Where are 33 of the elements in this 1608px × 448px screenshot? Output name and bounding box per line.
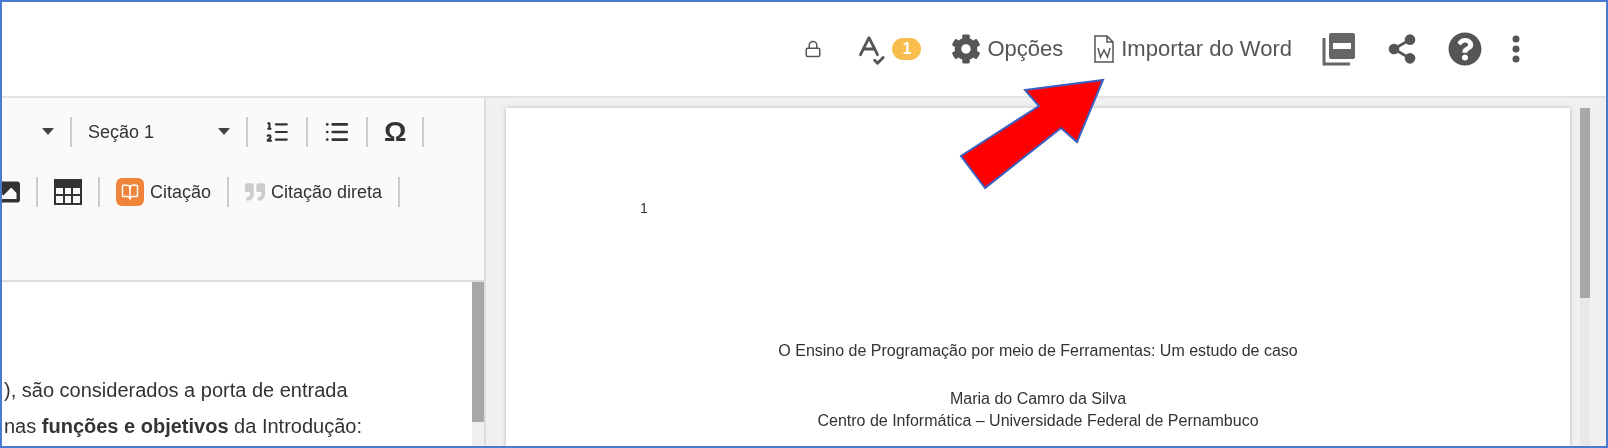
pdf-icon (1322, 32, 1356, 66)
options-button[interactable]: Opções (951, 34, 1064, 64)
lock-icon (804, 40, 823, 58)
caret-icon (42, 128, 54, 136)
document-title: O Ensino de Programação por meio de Ferramentas: Um estudo de caso (777, 342, 1299, 360)
import-word-button[interactable]: Importar do Word (1093, 35, 1292, 63)
more-button[interactable] (1512, 35, 1520, 63)
word-document-icon (1093, 35, 1116, 63)
section-dropdown[interactable]: Seção 1 (84, 121, 234, 143)
scrollbar-thumb[interactable] (472, 282, 484, 422)
citation-button[interactable]: Citação (112, 178, 216, 206)
share-icon (1386, 33, 1418, 65)
editor-text: ), são considerados a porta de entrada (4, 378, 349, 403)
numbered-list-icon (264, 119, 290, 145)
pdf-button[interactable] (1322, 32, 1356, 66)
more-icon (1512, 35, 1520, 63)
table-icon (54, 179, 82, 205)
editor-text: nas funções e objetivos da Introdução: (4, 414, 363, 439)
help-button[interactable] (1448, 32, 1482, 66)
settings-icon (951, 34, 982, 64)
author-name: Maria do Camro da Silva (948, 390, 1128, 408)
direct-quote-button[interactable]: Citação direta (241, 181, 387, 203)
book-icon (116, 178, 144, 206)
lock-button[interactable] (804, 40, 823, 58)
caret-icon (218, 128, 230, 136)
count-badge: 1 (892, 38, 922, 60)
affiliation-text: Centro de Informática – Universidade Federal de Pernambuco (816, 412, 1260, 430)
quote-icon (245, 182, 266, 202)
page-number: 1 (640, 200, 649, 216)
share-button[interactable] (1386, 33, 1418, 65)
scrollbar-thumb[interactable] (1580, 108, 1590, 298)
help-icon (1448, 32, 1482, 66)
symbol-button[interactable]: Ω (380, 116, 411, 148)
